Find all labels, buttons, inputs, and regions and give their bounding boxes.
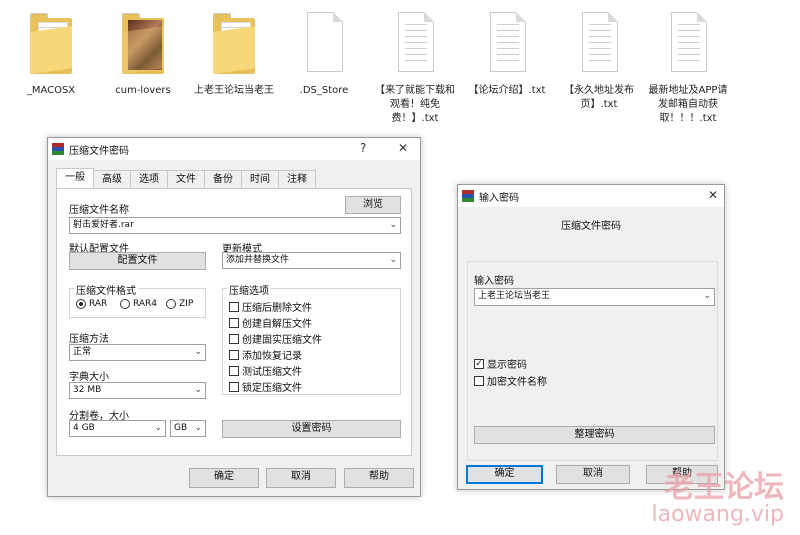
compression-options-title: 压缩选项 (227, 282, 271, 297)
archive-format-title: 压缩文件格式 (74, 282, 138, 297)
archive-options-dialog: 压缩文件密码 ? ✕ 一般 高级 选项 文件 备份 时间 注释 压缩文件名称 浏… (47, 137, 421, 497)
text-file-icon (671, 12, 707, 72)
password-input[interactable]: 上老王论坛当老王 ⌄ (474, 288, 715, 306)
tab-time[interactable]: 时间 (241, 170, 279, 188)
tab-general[interactable]: 一般 (56, 168, 94, 188)
ok-button[interactable]: 确定 (189, 468, 259, 488)
method-label: 压缩方法 (69, 334, 109, 345)
tab-comment[interactable]: 注释 (278, 170, 316, 188)
recovery-record-check[interactable]: 添加恢复记录 (229, 347, 302, 362)
password-dialog-title: 输入密码 (479, 192, 519, 204)
dictionary-value: 32 MB (73, 385, 102, 395)
folder-icon (122, 13, 164, 74)
archive-tabs: 一般 高级 选项 文件 备份 时间 注释 (56, 168, 316, 188)
text-file-icon (490, 12, 526, 72)
enter-password-dialog: 输入密码 ✕ 压缩文件密码 输入密码 上老王论坛当老王 ⌄ ✓ 显示密码 加密文件… (457, 184, 725, 490)
desktop-item-label: 【论坛介绍】.txt (468, 85, 546, 96)
archive-dialog-title: 压缩文件密码 (69, 145, 129, 157)
archive-dialog-titlebar: 压缩文件密码 ? ✕ (48, 138, 420, 160)
dictionary-label: 字典大小 (69, 372, 109, 383)
help-button[interactable]: 帮助 (344, 468, 414, 488)
watermark-text: 老王论坛 (664, 470, 784, 505)
chevron-down-icon: ⌄ (389, 220, 397, 230)
chevron-down-icon: ⌄ (194, 423, 202, 433)
desktop-item-txt-2[interactable]: 【论坛介绍】.txt (464, 8, 550, 98)
set-password-button[interactable]: 设置密码 (222, 420, 401, 438)
text-file-icon (398, 12, 434, 72)
desktop-item-label: 最新地址及APP请发邮箱自动获取！！！.txt (648, 85, 728, 124)
file-icon (307, 12, 343, 72)
folder-icon (30, 13, 72, 74)
password-cancel-button[interactable]: 取消 (556, 465, 630, 484)
compression-options-group: 压缩选项 压缩后删除文件 创建自解压文件 创建固实压缩文件 添加恢复记录 测试压… (222, 282, 401, 395)
organize-passwords-button[interactable]: 整理密码 (474, 426, 715, 444)
archive-name-label: 压缩文件名称 (69, 205, 129, 216)
update-mode-select[interactable]: 添加并替换文件 ⌄ (222, 252, 401, 269)
desktop-item-label: cum-lovers (115, 85, 171, 96)
watermark-url: laowang.vip (651, 502, 784, 527)
desktop-item-label: _MACOSX (26, 85, 76, 96)
method-select[interactable]: 正常 ⌄ (69, 344, 206, 361)
password-panel: 输入密码 上老王论坛当老王 ⌄ ✓ 显示密码 加密文件名称 整理密码 (467, 261, 718, 461)
format-zip-radio[interactable]: ZIP (166, 299, 193, 309)
delete-after-check[interactable]: 压缩后删除文件 (229, 299, 312, 314)
desktop-item-txt-1[interactable]: 【来了就能下载和观看！纯免费！】.txt (372, 8, 458, 126)
archive-name-value: 射击爱好者.rar (73, 220, 134, 230)
desktop-item-label: 【来了就能下载和观看！纯免费！】.txt (375, 85, 455, 124)
tab-advanced[interactable]: 高级 (93, 170, 131, 188)
password-heading: 压缩文件密码 (561, 221, 621, 232)
chevron-down-icon: ⌄ (194, 347, 202, 357)
desktop-item-txt-3[interactable]: 【永久地址发布页】.txt (556, 8, 642, 112)
test-archive-check[interactable]: 测试压缩文件 (229, 363, 302, 378)
browse-button[interactable]: 浏览 (345, 196, 401, 214)
create-sfx-check[interactable]: 创建自解压文件 (229, 315, 312, 330)
general-tab-panel: 压缩文件名称 浏览 射击爱好者.rar ⌄ 默认配置文件 配置文件 更新模式 添… (56, 188, 412, 456)
desktop-item-macosx[interactable]: _MACOSX (8, 8, 94, 98)
lock-archive-check[interactable]: 锁定压缩文件 (229, 379, 302, 394)
method-value: 正常 (73, 347, 92, 357)
update-mode-value: 添加并替换文件 (226, 255, 290, 265)
chevron-down-icon: ⌄ (389, 255, 397, 265)
desktop-item-label: .DS_Store (299, 85, 349, 96)
text-file-icon (582, 12, 618, 72)
tab-files[interactable]: 文件 (167, 170, 205, 188)
help-icon[interactable]: ? (360, 141, 366, 155)
desktop-item-ds-store[interactable]: .DS_Store (281, 8, 367, 98)
split-size-value: 4 GB (73, 423, 95, 433)
winrar-icon (462, 190, 474, 202)
split-size-combo[interactable]: 4 GB ⌄ (69, 420, 166, 437)
solid-archive-check[interactable]: 创建固实压缩文件 (229, 331, 322, 346)
profiles-button[interactable]: 配置文件 (69, 252, 206, 270)
enter-password-label: 输入密码 (474, 276, 514, 287)
show-password-check[interactable]: ✓ 显示密码 (474, 356, 527, 371)
desktop-item-txt-4[interactable]: 最新地址及APP请发邮箱自动获取！！！.txt (645, 8, 731, 126)
tab-backup[interactable]: 备份 (204, 170, 242, 188)
cancel-button[interactable]: 取消 (266, 468, 336, 488)
encrypt-filenames-check[interactable]: 加密文件名称 (474, 373, 547, 388)
archive-name-combo[interactable]: 射击爱好者.rar ⌄ (69, 217, 401, 234)
desktop-item-label: 【永久地址发布页】.txt (564, 85, 634, 110)
winrar-icon (52, 143, 64, 155)
close-icon[interactable]: ✕ (708, 188, 718, 202)
chevron-down-icon: ⌄ (154, 423, 162, 433)
chevron-down-icon: ⌄ (194, 385, 202, 395)
password-ok-button[interactable]: 确定 (466, 465, 543, 484)
chevron-down-icon: ⌄ (703, 291, 711, 301)
password-dialog-titlebar: 输入密码 ✕ (458, 185, 724, 207)
desktop-item-cum-lovers[interactable]: cum-lovers (100, 8, 186, 98)
desktop-item-laowang-folder[interactable]: 上老王论坛当老王 (191, 8, 277, 98)
format-rar4-radio[interactable]: RAR4 (120, 299, 157, 309)
split-unit-select[interactable]: GB ⌄ (170, 420, 206, 437)
desktop-item-label: 上老王论坛当老王 (194, 85, 274, 96)
folder-icon (213, 13, 255, 74)
tab-options[interactable]: 选项 (130, 170, 168, 188)
archive-format-group: 压缩文件格式 RAR RAR4 ZIP (69, 282, 206, 318)
split-unit-value: GB (174, 423, 188, 433)
dictionary-select[interactable]: 32 MB ⌄ (69, 382, 206, 399)
close-icon[interactable]: ✕ (398, 141, 408, 155)
password-value: 上老王论坛当老王 (478, 291, 551, 301)
format-rar-radio[interactable]: RAR (76, 299, 107, 309)
